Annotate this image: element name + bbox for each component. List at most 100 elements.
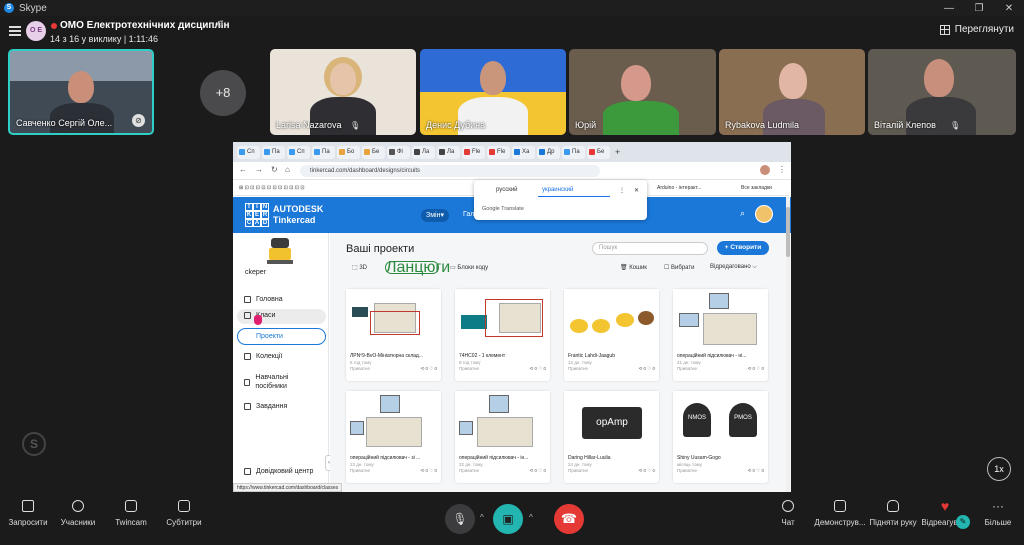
menu-icon[interactable]: [9, 26, 21, 36]
audio-options-chevron-icon[interactable]: ^: [480, 513, 484, 522]
create-button[interactable]: + Створити: [717, 241, 769, 255]
call-title[interactable]: ОМО Електротехнічних дисциплін: [60, 20, 230, 31]
browser-tab[interactable]: Др: [537, 145, 560, 159]
sidebar-item-help[interactable]: Довідковий центр: [244, 467, 314, 476]
shared-screen[interactable]: Сп Па Сп Па Бо Бе Фі Ла Ла Fle Fle Ха Др Па Бе + ← → ↻ …: [233, 142, 791, 492]
tab-label: Па: [322, 149, 330, 155]
browser-menu-icon[interactable]: ⋮: [778, 165, 786, 174]
address-bar[interactable]: tinkercad.com/dashboard/designs/circuits: [300, 165, 600, 177]
browser-tab[interactable]: Fle: [462, 145, 485, 159]
sidebar-item-projects[interactable]: Проекти: [237, 328, 326, 345]
participant-tile[interactable]: Rybakova Ludmila: [719, 49, 865, 135]
raise-hand-button[interactable]: Підняти руку: [865, 500, 921, 527]
more-button[interactable]: ··· Більше: [970, 500, 1024, 527]
participants-button[interactable]: Учасники: [50, 500, 106, 527]
reload-icon[interactable]: ↻: [271, 165, 278, 174]
browser-tab[interactable]: Па: [262, 145, 285, 159]
browser-tab[interactable]: Па: [562, 145, 585, 159]
settings-icon[interactable]: ⚙: [216, 19, 224, 30]
chat-button[interactable]: Чат: [760, 500, 816, 527]
all-bookmarks[interactable]: Все закладки: [741, 185, 772, 191]
playback-speed-button[interactable]: 1x: [987, 457, 1011, 481]
sidebar-item-collections[interactable]: Колекції: [244, 353, 282, 360]
sort-dropdown[interactable]: Відредаговано ⌵: [710, 264, 757, 271]
forward-icon[interactable]: →: [255, 165, 263, 174]
search-icon[interactable]: ⌕: [740, 208, 745, 219]
browser-tab[interactable]: Па: [312, 145, 335, 159]
browser-tab[interactable]: Сп: [237, 145, 260, 159]
more-icon: ···: [992, 499, 1004, 513]
browser-toolbar: ← → ↻ ⌂ tinkercad.com/dashboard/designs/…: [233, 162, 791, 180]
robot-avatar[interactable]: [267, 238, 293, 264]
bookmark-item[interactable]: Arduino - інтеракт...: [657, 185, 701, 191]
translate-lang-target[interactable]: украинский: [542, 187, 573, 193]
pmos-chip: PMOS: [729, 403, 757, 437]
minimize-icon[interactable]: —: [934, 3, 964, 14]
video-options-chevron-icon[interactable]: ^: [529, 513, 533, 522]
close-icon[interactable]: ✕: [994, 3, 1024, 14]
new-tab-button[interactable]: +: [615, 147, 620, 157]
tab-codeblocks[interactable]: ▭ Блоки коду: [450, 264, 488, 271]
share-screen-button[interactable]: Демонструв...: [812, 500, 868, 527]
participant-tile[interactable]: Larisa Nazarova 🎙: [270, 49, 416, 135]
project-card[interactable]: Frantic Lahdi-Jaagub 12 дн. тому Приватне…: [564, 289, 659, 381]
select-checkbox[interactable]: ☐ Вибрати: [664, 264, 694, 271]
opamp-chip: opAmp: [582, 407, 642, 439]
browser-tab[interactable]: Фі: [387, 145, 410, 159]
project-card[interactable]: операційний підсилювач - ні... 21 дн. то…: [673, 289, 768, 381]
hangup-button[interactable]: ☎: [554, 504, 584, 534]
project-card[interactable]: 74HC02 - 1 клемент 9 год тому Приватне ⟲ …: [455, 289, 550, 381]
user-avatar[interactable]: [755, 205, 773, 223]
translate-lang-source[interactable]: русский: [496, 187, 518, 193]
switch-dropdown[interactable]: Змін▾: [421, 209, 449, 222]
project-card[interactable]: операційний підсилювач - зі ... 22 дн. т…: [346, 391, 441, 483]
participant-tile[interactable]: Денис Дубина: [420, 49, 566, 135]
project-card[interactable]: ЛРNº9-BvO-Мініатюрна склад... 6 год тому…: [346, 289, 441, 381]
home-icon[interactable]: ⌂: [285, 165, 290, 174]
edit-reaction-icon[interactable]: ✎: [956, 515, 970, 529]
browser-tab[interactable]: Бе: [587, 145, 610, 159]
browser-tab[interactable]: Ха: [512, 145, 535, 159]
participant-tile[interactable]: Юрій: [569, 49, 716, 135]
browser-tab[interactable]: Ла: [412, 145, 435, 159]
project-card[interactable]: opAmp Daring Hillar-Luulia 24 дн. тому Пр…: [564, 391, 659, 483]
twincam-button[interactable]: Twincam: [103, 500, 159, 527]
invite-button[interactable]: Запросити: [0, 500, 56, 527]
tab-circuits[interactable]: Ланцюги: [385, 260, 450, 276]
participant-tile-self[interactable]: Савченко Сергій Оле... ⊘: [8, 49, 154, 135]
gallery-link[interactable]: Гал: [463, 211, 474, 218]
subtitles-button[interactable]: Субтитри: [156, 500, 212, 527]
sidebar-item-tutorials[interactable]: Навчальні посібники: [244, 373, 314, 391]
translate-close-icon[interactable]: ✕: [634, 187, 639, 194]
tab-label: Ла: [447, 149, 455, 155]
view-button[interactable]: Переглянути: [939, 24, 1014, 35]
sidebar-item-assignments[interactable]: Завдання: [244, 403, 287, 410]
tinkercad-logo[interactable]: TINKERCAD: [245, 203, 269, 227]
browser-tab[interactable]: Fle: [487, 145, 510, 159]
sidebar-item-home[interactable]: Головна: [244, 296, 283, 303]
back-icon[interactable]: ←: [239, 165, 247, 174]
project-card[interactable]: операційний підсилювач - ін... 22 дн. то…: [455, 391, 550, 483]
trash-button[interactable]: 🗑 Кошик: [620, 264, 647, 271]
tab-3d[interactable]: ⬚ 3D: [352, 264, 367, 271]
participant-tile[interactable]: Віталій Клепов 🎙: [868, 49, 1016, 135]
profile-avatar[interactable]: [760, 165, 770, 175]
project-card[interactable]: NMOS PMOS Shiny Uusam-Gogo місяць тому Пр…: [673, 391, 768, 483]
translate-menu-icon[interactable]: ⋮: [619, 187, 625, 194]
camera-off-icon[interactable]: ⊘: [132, 114, 145, 127]
page-scrollbar[interactable]: [786, 197, 790, 492]
browser-tab[interactable]: Бе: [362, 145, 385, 159]
browser-tab[interactable]: Ла: [437, 145, 460, 159]
apps-icon[interactable]: ⊞ ⊡ ⊡ ⊡ ⊡ ⊡ ⊡ ⊡ ⊡ ⊡ ⊡ ⊡: [239, 185, 305, 191]
project-thumbnail: [564, 289, 659, 349]
group-avatar[interactable]: О Е: [26, 21, 46, 41]
video-button[interactable]: ▣: [493, 504, 523, 534]
restore-icon[interactable]: ❐: [964, 3, 994, 14]
mic-off-icon: 🎙: [452, 512, 468, 526]
browser-tab[interactable]: Бо: [337, 145, 360, 159]
project-stats: ⟲ 0 ♡ 0: [747, 366, 764, 371]
more-participants-button[interactable]: +8: [200, 70, 246, 116]
browser-tab[interactable]: Сп: [287, 145, 310, 159]
mute-button[interactable]: 🎙: [445, 504, 475, 534]
search-input[interactable]: Пошук: [592, 242, 708, 255]
